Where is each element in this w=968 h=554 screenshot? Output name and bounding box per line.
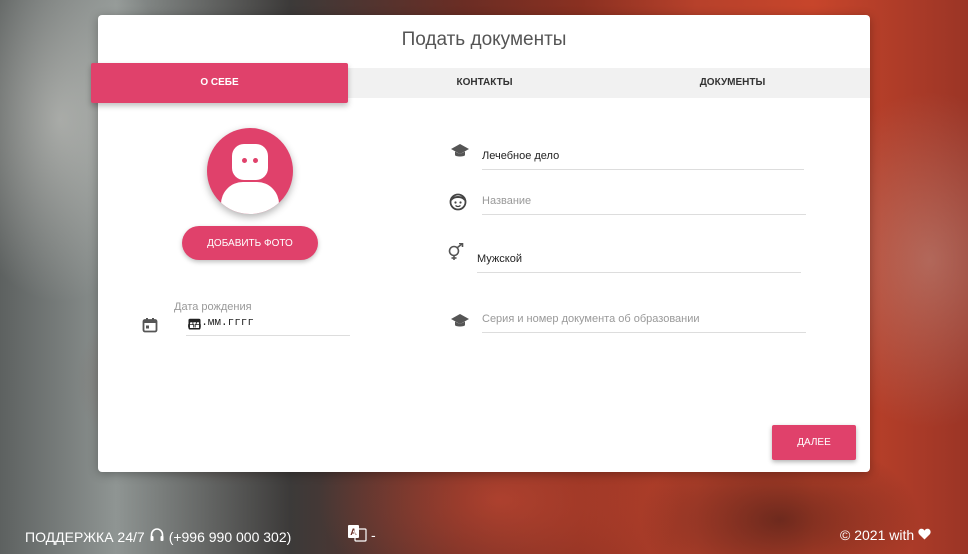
name-placeholder: Название [482, 195, 532, 207]
copyright-text: © 2021 with [840, 527, 915, 543]
language-dropdown-caret: - [371, 526, 376, 543]
education-document-placeholder: Серия и номер документа об образовании [482, 313, 700, 325]
gender-field[interactable]: Мужской [477, 249, 801, 273]
copyright: © 2021 with [840, 527, 931, 543]
headset-icon [149, 527, 165, 546]
specialty-field[interactable]: Лечебное дело [482, 146, 804, 170]
add-photo-button[interactable]: ДОБАВИТЬ ФОТО [182, 226, 318, 260]
avatar-eye-right [253, 158, 258, 163]
support-label: ПОДДЕРЖКА 24/7 [25, 528, 145, 545]
calendar-icon [142, 317, 158, 338]
support-phone[interactable]: (+996 990 000 302) [169, 529, 292, 545]
application-card: Подать документы КОНТАКТЫ ДОКУМЕНТЫ О СЕ… [91, 15, 870, 472]
face-icon [449, 193, 467, 216]
tab-contacts[interactable]: КОНТАКТЫ [356, 68, 613, 98]
graduation-cap-icon [450, 143, 470, 164]
birth-date-label: Дата рождения [174, 301, 252, 313]
gender-value: Мужской [477, 253, 522, 265]
language-switcher[interactable]: A - [347, 524, 376, 545]
heart-icon [918, 527, 931, 543]
avatar-head [232, 144, 268, 180]
name-field[interactable]: Название [482, 191, 806, 215]
avatar-placeholder [207, 128, 293, 214]
avatar-body [221, 182, 279, 214]
date-picker-icon[interactable] [188, 317, 348, 334]
avatar-eye-left [242, 158, 247, 163]
translate-icon: A [347, 524, 367, 545]
specialty-value: Лечебное дело [482, 150, 560, 162]
graduation-cap-icon [450, 313, 470, 334]
support-info: ПОДДЕРЖКА 24/7 (+996 990 000 302) [25, 527, 291, 546]
birth-date-input[interactable]: дд.мм.гггг [186, 315, 350, 336]
page-title: Подать документы [401, 29, 567, 50]
tab-about-me[interactable]: О СЕБЕ [91, 63, 348, 103]
gender-icon [447, 242, 467, 266]
education-document-field[interactable]: Серия и номер документа об образовании [482, 309, 806, 333]
tab-documents[interactable]: ДОКУМЕНТЫ [604, 68, 861, 98]
next-button[interactable]: ДАЛЕЕ [772, 425, 856, 460]
